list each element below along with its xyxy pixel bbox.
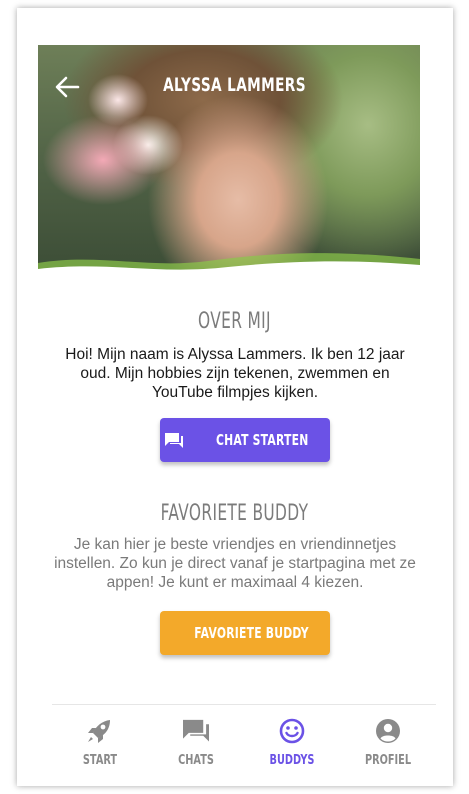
about-text: Hoi! Mijn naam is Alyssa Lammers. Ik ben… (65, 346, 405, 401)
smiley-icon (279, 718, 305, 744)
header-wave (38, 253, 420, 273)
tab-start[interactable]: START (52, 705, 148, 768)
bottom-tab-bar: START CHATS BUDDYS PROFIEL (52, 704, 436, 768)
tab-profiel[interactable]: PROFIEL (340, 705, 436, 768)
chat-start-label: CHAT STARTEN (215, 431, 309, 449)
tab-start-label: START (82, 753, 118, 768)
tab-chats-label: CHATS (178, 753, 214, 768)
chat-icon (164, 433, 183, 448)
tab-buddys-label: BUDDYS (269, 753, 315, 768)
favorite-buddy-button[interactable]: FAVORIETE BUDDY (160, 611, 330, 655)
tab-buddys[interactable]: BUDDYS (244, 705, 340, 768)
favorite-title: FAVORIETE BUDDY (160, 501, 309, 526)
favorite-text: Je kan hier je beste vriendjes en vriend… (54, 536, 416, 591)
chat-icon (183, 719, 209, 742)
chat-start-button[interactable]: CHAT STARTEN (160, 418, 330, 462)
user-icon (376, 719, 400, 743)
tab-chats[interactable]: CHATS (148, 705, 244, 768)
page-title: ALYSSA LAMMERS (163, 74, 306, 96)
about-title: OVER MIJ (198, 309, 271, 334)
rocket-icon (88, 720, 110, 743)
tab-profiel-label: PROFIEL (364, 753, 412, 768)
favorite-buddy-label: FAVORIETE BUDDY (194, 624, 310, 642)
